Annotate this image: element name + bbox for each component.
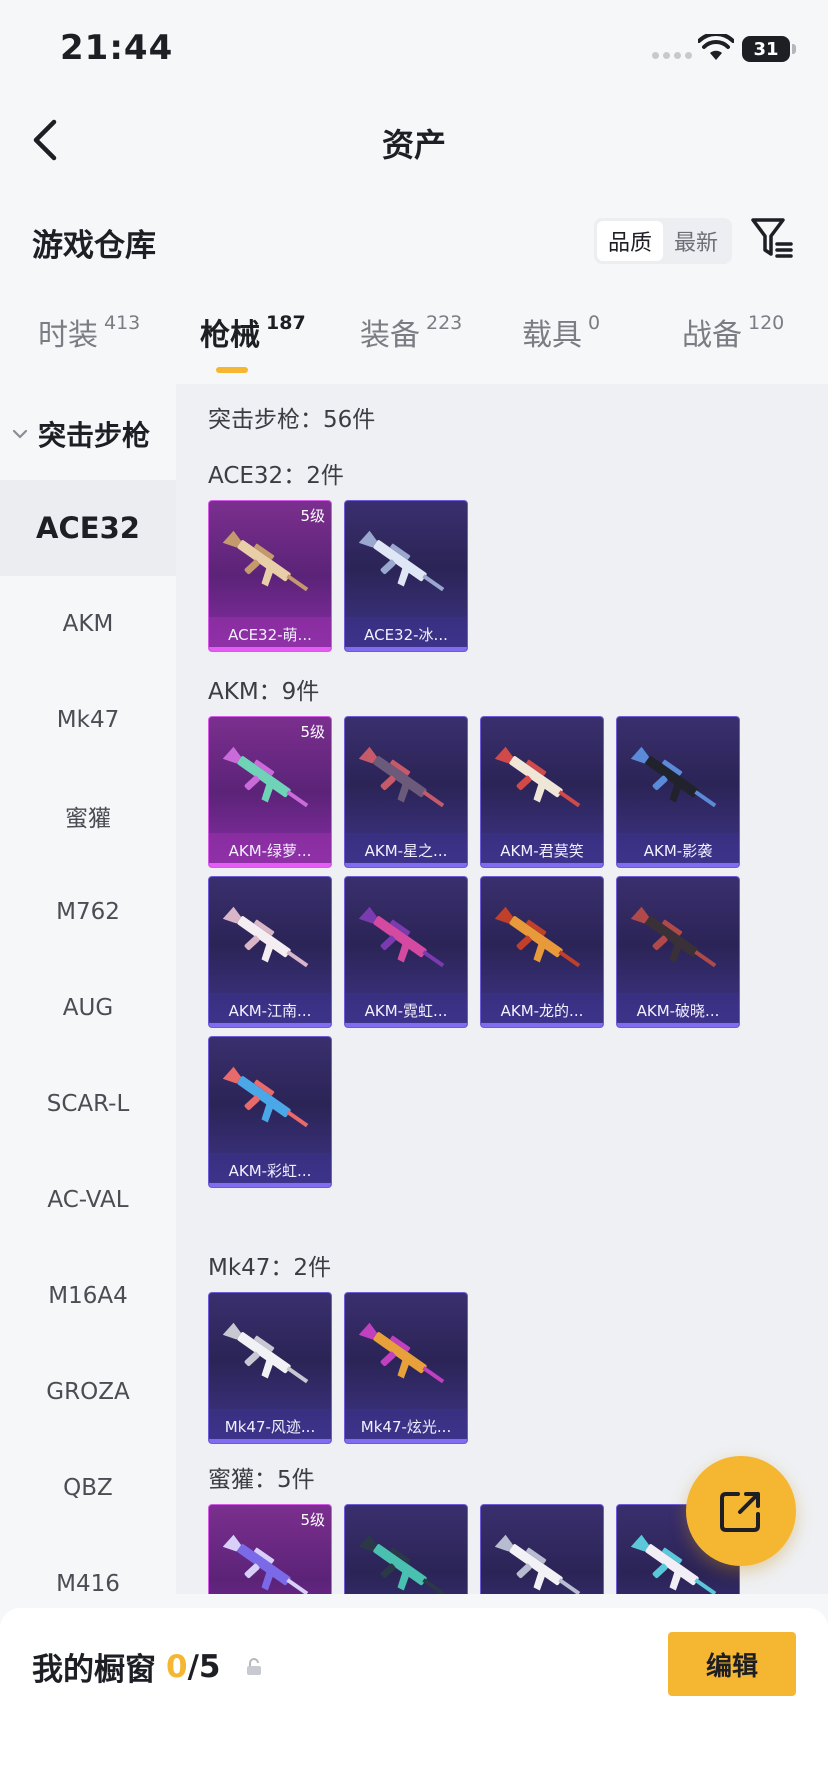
sidebar-item-qbz[interactable]: QBZ xyxy=(0,1440,176,1536)
group-title-honey-badger: 蜜獾：5件 xyxy=(208,1467,315,1493)
weapon-skin-card[interactable]: Mk47-炫光... xyxy=(344,1292,468,1444)
skin-name-label: ACE32-冰... xyxy=(345,617,467,651)
category-tabs: 时装 413 枪械 187 装备 223 载具 0 战备 120 xyxy=(0,310,828,380)
battery-icon: 31 xyxy=(742,36,796,62)
weapon-skin-image xyxy=(222,523,319,613)
skin-name-label: AKM-君莫笑 xyxy=(481,833,603,867)
sidebar-item-scar-l[interactable]: SCAR-L xyxy=(0,1056,176,1152)
sidebar-item-mk47[interactable]: Mk47 xyxy=(0,672,176,768)
weapon-category-sidebar: 突击步枪 ACE32 AKM Mk47 蜜獾 M762 AUG SCAR-L A… xyxy=(0,384,176,1594)
weapon-skin-card[interactable]: AKM-君莫笑 xyxy=(480,716,604,868)
sidebar-item-m416[interactable]: M416 xyxy=(0,1536,176,1594)
status-bar: 21:44 31 xyxy=(0,0,828,100)
group-title-ace32: ACE32：2件 xyxy=(208,463,344,489)
sidebar-item-akm[interactable]: AKM xyxy=(0,576,176,672)
sidebar-item-ace32[interactable]: ACE32 xyxy=(0,480,176,576)
section-title: 游戏仓库 xyxy=(32,228,156,264)
weapon-skin-card[interactable]: AKM-破晓... xyxy=(616,876,740,1028)
category-group-assault-rifles[interactable]: 突击步枪 xyxy=(12,414,150,454)
showcase-status: 我的橱窗 0 /5 xyxy=(32,1644,264,1689)
weapon-skin-card[interactable]: AKM-霓虹... xyxy=(344,876,468,1028)
weapon-skin-card[interactable]: AKM-江南... xyxy=(208,876,332,1028)
weapon-skin-image xyxy=(494,899,591,989)
weapon-skin-card[interactable]: AKM-龙的... xyxy=(480,876,604,1028)
sort-option-newest[interactable]: 最新 xyxy=(663,221,729,261)
weapon-skin-image xyxy=(630,899,727,989)
weapon-skin-image xyxy=(222,1527,319,1594)
weapon-skin-image xyxy=(358,523,455,613)
weapon-skin-card[interactable] xyxy=(480,1504,604,1594)
group-title-mk47: Mk47：2件 xyxy=(208,1255,332,1281)
weapon-skin-image xyxy=(358,1315,455,1405)
lock-icon xyxy=(247,1657,262,1675)
status-time: 21:44 xyxy=(60,28,174,68)
tab-firearms[interactable]: 枪械 187 xyxy=(200,310,306,354)
skin-name-label: AKM-星之... xyxy=(345,833,467,867)
showcase-total: /5 xyxy=(187,1648,221,1685)
skin-name-label: AKM-彩虹... xyxy=(209,1153,331,1187)
tab-equipment[interactable]: 装备 223 xyxy=(360,310,462,354)
weapon-skin-card[interactable] xyxy=(344,1504,468,1594)
sidebar-item-ac-val[interactable]: AC-VAL xyxy=(0,1152,176,1248)
weapon-skin-image xyxy=(358,1527,455,1594)
weapon-skin-image xyxy=(630,739,727,829)
showcase-bar: 我的橱窗 0 /5 编辑 xyxy=(0,1608,828,1792)
share-button[interactable] xyxy=(686,1456,796,1566)
skin-name-label: AKM-霓虹... xyxy=(345,993,467,1027)
skin-name-label: AKM-影袭 xyxy=(617,833,739,867)
weapon-skin-card[interactable]: AKM-星之... xyxy=(344,716,468,868)
skin-name-label: AKM-龙的... xyxy=(481,993,603,1027)
category-summary: 突击步枪：56件 xyxy=(208,407,376,433)
sort-toggle[interactable]: 品质 最新 xyxy=(594,218,732,264)
skin-name-label: Mk47-炫光... xyxy=(345,1409,467,1443)
filter-icon[interactable] xyxy=(750,216,794,260)
page-title: 资产 xyxy=(381,126,446,164)
share-icon xyxy=(720,1492,760,1532)
weapon-skin-image xyxy=(222,1059,319,1149)
cellular-signal-icon xyxy=(652,52,692,59)
skin-level-badge: 5级 xyxy=(300,507,325,525)
sidebar-item-aug[interactable]: AUG xyxy=(0,960,176,1056)
sidebar-item-groza[interactable]: GROZA xyxy=(0,1344,176,1440)
chevron-down-icon xyxy=(12,429,28,439)
skin-name-label: AKM-江南... xyxy=(209,993,331,1027)
weapon-skin-list: 突击步枪：56件 ACE32：2件 5级 ACE32-萌... ACE32-冰...… xyxy=(176,384,828,1594)
showcase-label: 我的橱窗 xyxy=(32,1652,156,1688)
edit-button[interactable]: 编辑 xyxy=(668,1632,796,1696)
tab-vehicles[interactable]: 载具 0 xyxy=(522,310,600,354)
skin-name-label: Mk47-风迹... xyxy=(209,1409,331,1443)
weapon-skin-image xyxy=(494,739,591,829)
weapon-skin-image xyxy=(222,1315,319,1405)
showcase-count: 0 xyxy=(166,1648,188,1685)
weapon-skin-image xyxy=(222,739,319,829)
weapon-skin-card[interactable]: 5级 AKM-绿萝... xyxy=(208,716,332,868)
skin-level-badge: 5级 xyxy=(300,723,325,741)
skin-name-label: AKM-绿萝... xyxy=(209,833,331,867)
weapon-skin-card[interactable]: AKM-影袭 xyxy=(616,716,740,868)
tab-supplies[interactable]: 战备 120 xyxy=(682,310,784,354)
weapon-skin-card[interactable]: ACE32-冰... xyxy=(344,500,468,652)
weapon-skin-card[interactable]: 5级 xyxy=(208,1504,332,1594)
weapon-skin-image xyxy=(358,739,455,829)
group-title-akm: AKM：9件 xyxy=(208,679,320,705)
active-tab-indicator xyxy=(216,367,248,373)
sidebar-item-m16a4[interactable]: M16A4 xyxy=(0,1248,176,1344)
weapon-skin-image xyxy=(358,899,455,989)
weapon-skin-card[interactable]: 5级 ACE32-萌... xyxy=(208,500,332,652)
wifi-icon xyxy=(698,34,734,60)
sidebar-item-m762[interactable]: M762 xyxy=(0,864,176,960)
weapon-skin-card[interactable]: AKM-彩虹... xyxy=(208,1036,332,1188)
sidebar-item-honey-badger[interactable]: 蜜獾 xyxy=(0,768,176,864)
sort-option-quality[interactable]: 品质 xyxy=(597,221,663,261)
tab-fashion[interactable]: 时装 413 xyxy=(38,310,140,354)
skin-name-label: ACE32-萌... xyxy=(209,617,331,651)
weapon-skin-card[interactable]: Mk47-风迹... xyxy=(208,1292,332,1444)
skin-level-badge: 5级 xyxy=(300,1511,325,1529)
skin-name-label: AKM-破晓... xyxy=(617,993,739,1027)
weapon-skin-image xyxy=(222,899,319,989)
weapon-skin-image xyxy=(494,1527,591,1594)
